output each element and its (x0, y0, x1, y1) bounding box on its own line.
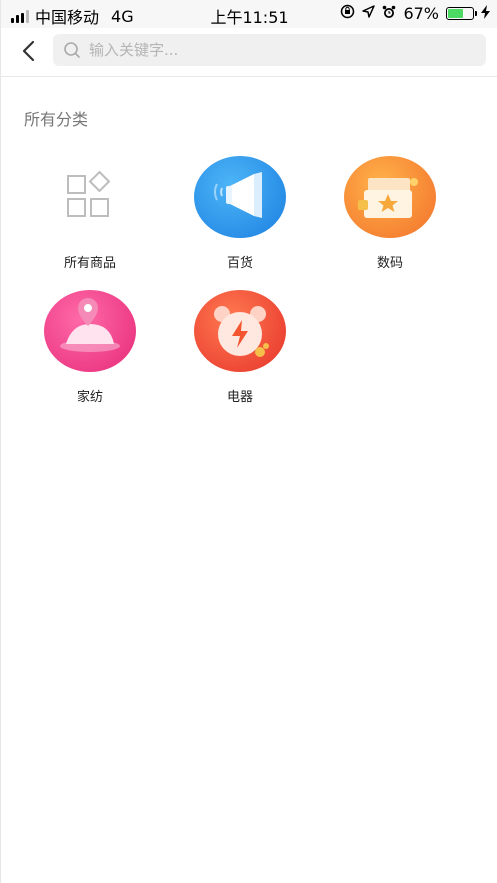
category-general-goods[interactable]: 百货 (180, 156, 300, 271)
charging-bolt-icon (481, 4, 490, 23)
section-title: 所有分类 (24, 110, 89, 129)
alarm-clock-icon (194, 290, 286, 372)
alarm-icon (382, 5, 396, 23)
location-pin-icon (44, 290, 136, 372)
battery-icon (446, 7, 477, 20)
status-right: 67% (340, 4, 490, 23)
category-home-textile[interactable]: 家纺 (30, 290, 150, 405)
category-all-products[interactable]: 所有商品 (30, 156, 150, 271)
rotation-lock-icon (340, 4, 355, 23)
grid-icon (44, 156, 136, 238)
search-input[interactable] (87, 40, 471, 60)
category-appliances[interactable]: 电器 (180, 290, 300, 405)
search-icon (64, 42, 80, 58)
category-digital[interactable]: 数码 (330, 156, 450, 271)
category-label: 所有商品 (63, 256, 116, 271)
battery-percent: 67% (403, 4, 439, 23)
back-button[interactable] (15, 36, 41, 66)
category-label: 电器 (226, 390, 253, 405)
category-label: 百货 (226, 256, 253, 271)
chevron-left-icon (22, 40, 35, 62)
search-box[interactable] (53, 34, 486, 66)
ticket-star-icon (344, 156, 436, 238)
nav-bar (1, 28, 497, 77)
status-bar: 中国移动 4G 上午11:51 67% (1, 0, 497, 28)
screen: 中国移动 4G 上午11:51 67% 输入关键字... 所有分类 所有商品 百… (0, 0, 497, 883)
battery-fill (448, 9, 464, 18)
location-arrow-icon (362, 5, 376, 22)
megaphone-icon (194, 156, 286, 238)
category-label: 数码 (376, 256, 403, 271)
category-label: 家纺 (76, 390, 103, 405)
